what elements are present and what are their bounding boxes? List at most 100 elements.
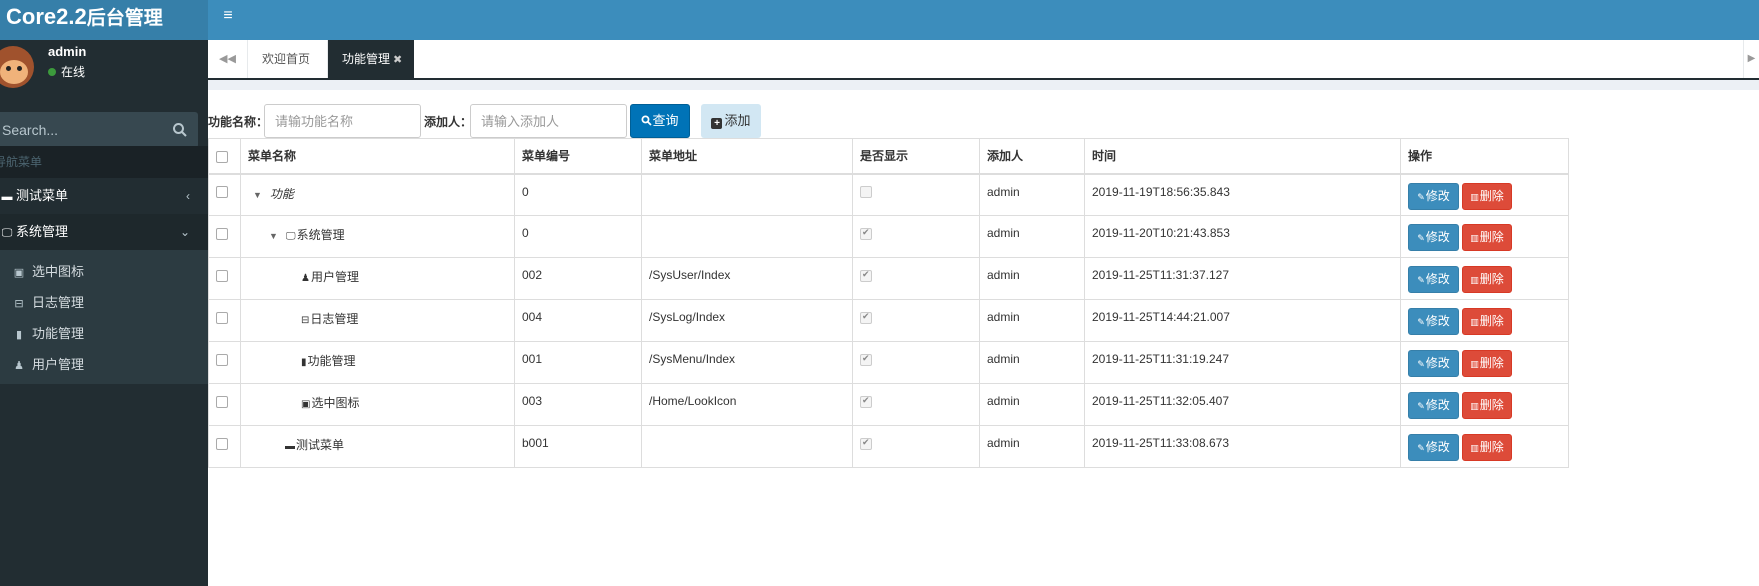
submenu-item-label: 用户管理 <box>32 357 85 372</box>
add-button-label: 添加 <box>724 113 751 128</box>
caret-down-icon[interactable]: ▼ <box>269 231 278 241</box>
tab-welcome[interactable]: 欢迎首页 <box>248 40 328 78</box>
row-checkbox[interactable] <box>216 269 228 282</box>
menu-code: 0 <box>514 215 642 258</box>
submenu-item-icons[interactable]: ▣ 选中图标 <box>0 256 208 287</box>
edit-button[interactable]: ✎修改 <box>1408 392 1459 419</box>
logo-suffix: 后台管理 <box>86 8 163 29</box>
delete-button[interactable]: ▥删除 <box>1462 308 1512 335</box>
edit-icon: ✎ <box>1417 233 1425 243</box>
column-header: 时间 <box>1084 138 1401 175</box>
edit-icon: ✎ <box>1417 443 1425 453</box>
avatar <box>0 46 34 88</box>
table-row[interactable]: ⊟日志管理 004 /SysLog/Index admin 2019-11-25… <box>208 299 1569 342</box>
menu-url: /SysMenu/Index <box>641 341 853 384</box>
delete-button[interactable]: ▥删除 <box>1462 224 1512 251</box>
menu-time: 2019-11-25T11:33:08.673 <box>1084 425 1401 468</box>
user-name: admin <box>48 44 87 59</box>
menu-code: b001 <box>514 425 642 468</box>
delete-button[interactable]: ▥删除 <box>1462 392 1512 419</box>
row-checkbox[interactable] <box>216 437 228 450</box>
trash-icon: ▥ <box>1470 233 1479 243</box>
delete-button[interactable]: ▥删除 <box>1462 434 1512 461</box>
app-logo[interactable]: Core2.2后台管理 <box>0 0 208 40</box>
add-button[interactable]: + 添加 <box>701 104 761 138</box>
edit-icon: ✎ <box>1417 359 1425 369</box>
user-panel: admin 在线 <box>0 40 208 98</box>
query-button[interactable]: 查询 <box>630 104 690 138</box>
menu-time: 2019-11-25T11:31:37.127 <box>1084 257 1401 300</box>
select-all-checkbox[interactable] <box>216 150 228 163</box>
submenu-item-logs[interactable]: ⊟ 日志管理 <box>0 287 208 318</box>
row-checkbox[interactable] <box>216 395 228 408</box>
menu-name: 功能 <box>269 186 294 201</box>
column-header: 添加人 <box>979 138 1085 175</box>
trash-icon: ▥ <box>1470 317 1479 327</box>
edit-button[interactable]: ✎修改 <box>1408 182 1459 210</box>
show-checkbox <box>860 437 872 450</box>
query-button-label: 查询 <box>652 113 679 128</box>
menu-code: 0 <box>514 173 642 216</box>
book-icon: ▮ <box>301 357 307 368</box>
logo-main: Core2.2 <box>6 4 87 29</box>
nav-header: 导航菜单 <box>0 146 208 178</box>
table-row[interactable]: ▼ 功能 0 admin 2019-11-19T18:56:35.843 ✎修改 ▥… <box>208 173 1569 216</box>
edit-button[interactable]: ✎修改 <box>1408 224 1459 251</box>
delete-button[interactable]: ▥删除 <box>1462 350 1512 377</box>
select-all-cell <box>208 138 241 175</box>
plus-square-icon: + <box>711 118 723 129</box>
menu-adder: admin <box>979 383 1085 426</box>
show-checkbox <box>860 353 872 366</box>
menu-time: 2019-11-20T10:21:43.853 <box>1084 215 1401 258</box>
show-checkbox <box>860 311 872 324</box>
delete-button[interactable]: ▥删除 <box>1462 182 1512 210</box>
caret-down-icon[interactable]: ▼ <box>253 190 262 200</box>
edit-button[interactable]: ✎修改 <box>1408 434 1459 461</box>
main-content: 功能名称： 添加人： 查询 +添加 菜单名称 菜单编号 菜单地址 是否显示 添加… <box>208 90 1759 586</box>
search-icon[interactable] <box>172 122 188 138</box>
menu-code: 004 <box>514 299 642 342</box>
sidebar-item-system[interactable]: 🖵 系统管理 ⌄ <box>0 214 208 250</box>
search-input[interactable] <box>0 112 166 148</box>
menu-adder: admin <box>979 215 1085 258</box>
online-dot-icon <box>48 68 56 76</box>
edit-button[interactable]: ✎修改 <box>1408 350 1459 377</box>
edit-button[interactable]: ✎修改 <box>1408 266 1459 293</box>
backward-icon[interactable]: ◀◀ <box>208 40 248 78</box>
function-name-label: 功能名称： <box>208 115 269 129</box>
table-row[interactable]: ▬测试菜单 b001 admin 2019-11-25T11:33:08.673… <box>208 425 1569 468</box>
close-icon[interactable]: ✖ <box>393 54 402 66</box>
row-checkbox[interactable] <box>216 227 228 240</box>
table-row[interactable]: ▼ 🖵系统管理 0 admin 2019-11-20T10:21:43.853 ✎… <box>208 215 1569 258</box>
tab-label: 功能管理 <box>342 52 391 66</box>
bars-icon[interactable]: ≡ <box>220 6 236 26</box>
forward-icon[interactable]: ▶ <box>1743 40 1759 78</box>
table-row[interactable]: ▮功能管理 001 /SysMenu/Index admin 2019-11-2… <box>208 341 1569 384</box>
table-row[interactable]: ▣选中图标 003 /Home/LookIcon admin 2019-11-2… <box>208 383 1569 426</box>
row-checkbox[interactable] <box>216 186 228 199</box>
submenu-system: ▣ 选中图标 ⊟ 日志管理 ▮ 功能管理 ♟ 用户管理 <box>0 250 208 384</box>
adder-input[interactable] <box>470 104 627 138</box>
desktop-icon: 🖵 <box>285 231 296 242</box>
delete-button[interactable]: ▥删除 <box>1462 266 1512 293</box>
menu-adder: admin <box>979 257 1085 300</box>
row-checkbox[interactable] <box>216 311 228 324</box>
edit-button[interactable]: ✎修改 <box>1408 308 1459 335</box>
user-icon: ♟ <box>301 273 310 284</box>
show-checkbox <box>860 395 872 408</box>
edit-icon: ✎ <box>1417 191 1425 202</box>
submenu-item-users[interactable]: ♟ 用户管理 <box>0 349 208 380</box>
function-name-input[interactable] <box>264 104 421 138</box>
submenu-item-functions[interactable]: ▮ 功能管理 <box>0 318 208 349</box>
tab-function-management[interactable]: 功能管理 ✖ <box>328 40 414 78</box>
table-header-row: 菜单名称 菜单编号 菜单地址 是否显示 添加人 时间 操作 <box>208 138 1569 175</box>
menu-name: 用户管理 <box>310 270 359 284</box>
menu-url: /Home/LookIcon <box>641 383 853 426</box>
sidebar-item-test-menu[interactable]: ▬ 测试菜单 ‹ <box>0 178 208 214</box>
trash-icon: ▥ <box>1470 275 1479 285</box>
trash-icon: ▥ <box>1470 359 1479 369</box>
row-checkbox[interactable] <box>216 353 228 366</box>
table-row[interactable]: ♟用户管理 002 /SysUser/Index admin 2019-11-2… <box>208 257 1569 300</box>
menu-adder: admin <box>979 425 1085 468</box>
column-header: 菜单名称 <box>240 138 515 175</box>
